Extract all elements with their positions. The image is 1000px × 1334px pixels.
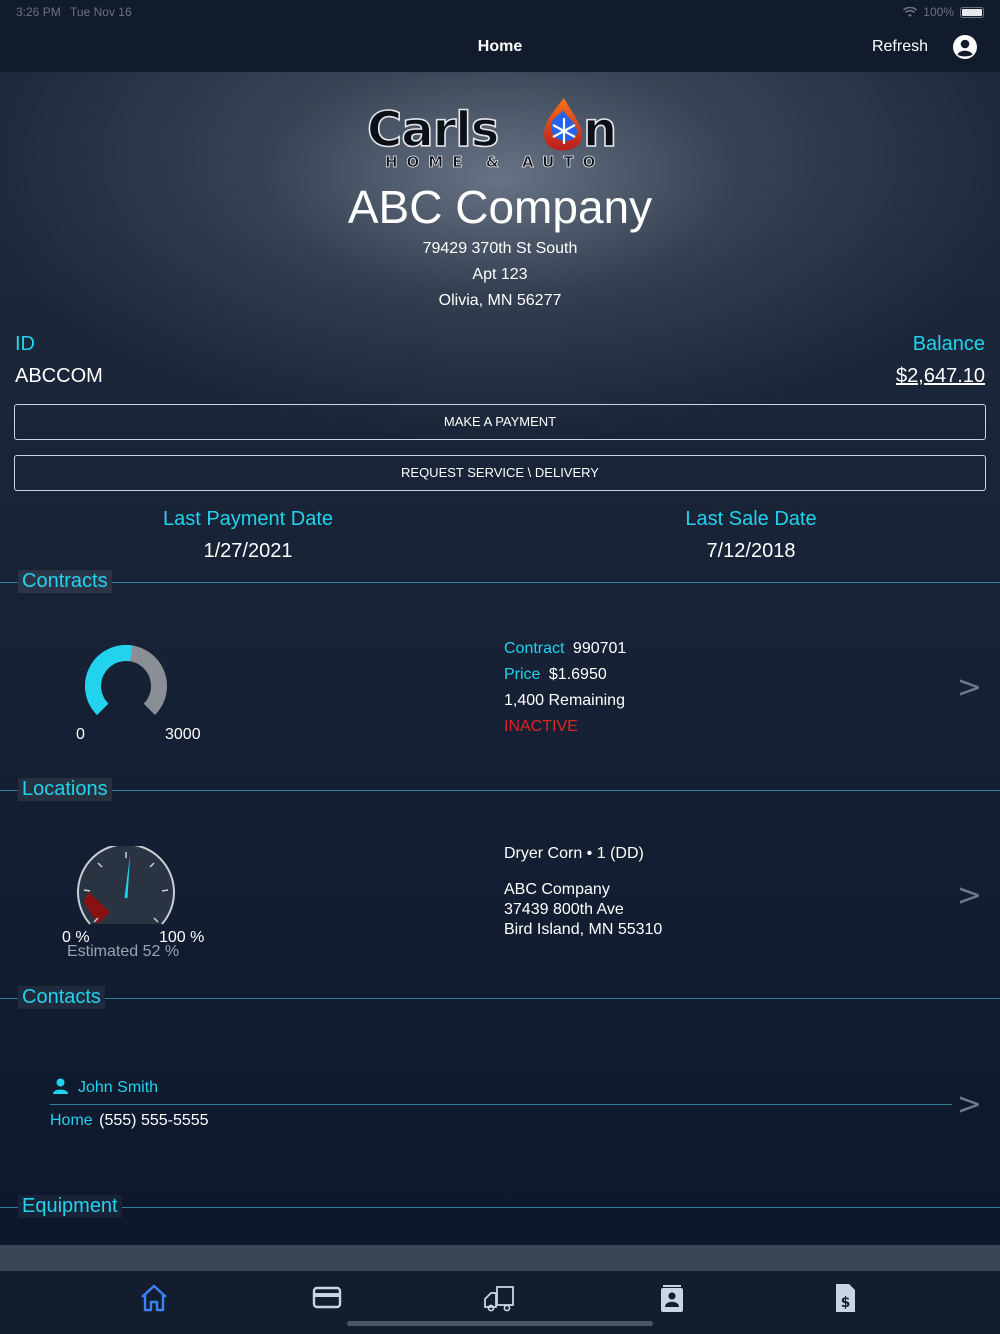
contract-chevron-icon[interactable]: > bbox=[957, 670, 982, 705]
logo-tagline: HOME & AUTO bbox=[385, 153, 604, 170]
company-address-line1: 79429 370th St South bbox=[422, 240, 578, 257]
equipment-section-header: Equipment bbox=[0, 1195, 1000, 1218]
contracts-section-label: Contracts bbox=[18, 570, 112, 593]
section-divider bbox=[0, 790, 1000, 791]
company-name: ABC Company bbox=[347, 181, 653, 233]
contract-price-row: Price $1.6950 bbox=[504, 666, 607, 684]
balance-value[interactable]: $2,647.10 bbox=[896, 365, 985, 388]
price-label: Price bbox=[504, 666, 541, 683]
contract-remaining: 1,400 Remaining bbox=[504, 692, 625, 709]
tank-gauge bbox=[77, 846, 175, 925]
invoice-icon[interactable]: $ bbox=[828, 1281, 862, 1315]
location-chevron-icon[interactable]: > bbox=[957, 878, 982, 913]
status-date: Tue Nov 16 bbox=[70, 5, 132, 19]
section-divider bbox=[0, 582, 1000, 583]
contract-gauge-max: 3000 bbox=[165, 726, 201, 743]
phone-value[interactable]: (555) 555-5555 bbox=[99, 1112, 208, 1129]
contacts-section-label: Contacts bbox=[18, 986, 105, 1009]
status-time: 3:26 PM bbox=[16, 5, 61, 19]
locations-section-header: Locations bbox=[0, 778, 1000, 801]
svg-text:Carls: Carls bbox=[367, 102, 498, 158]
contracts-section-header: Contracts bbox=[0, 570, 1000, 593]
make-payment-button[interactable]: MAKE A PAYMENT bbox=[14, 404, 986, 440]
locations-section-label: Locations bbox=[18, 778, 112, 801]
last-sale-label: Last Sale Date bbox=[685, 508, 817, 530]
contacts-section-header: Contacts bbox=[0, 986, 1000, 1009]
equipment-section-label: Equipment bbox=[18, 1195, 122, 1218]
company-address-line3: Olivia, MN 56277 bbox=[438, 292, 562, 309]
truck-icon[interactable] bbox=[482, 1281, 516, 1315]
contract-number: 990701 bbox=[572, 640, 627, 657]
home-indicator bbox=[347, 1321, 653, 1326]
person-icon bbox=[53, 1078, 68, 1094]
carlson-logo: Carls n HOME & AUTO bbox=[366, 98, 618, 170]
tank-estimated: Estimated 52 % bbox=[67, 943, 180, 960]
contact-name: John Smith bbox=[78, 1079, 159, 1096]
price-value: $1.6950 bbox=[548, 666, 607, 683]
phone-label: Home bbox=[50, 1112, 93, 1129]
location-name: Dryer Corn • 1 (DD) bbox=[504, 845, 644, 862]
request-service-button[interactable]: REQUEST SERVICE \ DELIVERY bbox=[14, 455, 986, 491]
contact-phone-row: Home (555) 555-5555 bbox=[50, 1112, 209, 1130]
contact-divider bbox=[50, 1104, 952, 1105]
contract-gauge bbox=[85, 645, 167, 715]
credit-card-icon[interactable] bbox=[310, 1281, 344, 1315]
scroll-peek-strip bbox=[0, 1245, 1000, 1271]
status-time-date: 3:26 PM Tue Nov 16 bbox=[16, 5, 132, 19]
section-divider bbox=[0, 1207, 1000, 1208]
contract-gauge-min: 0 bbox=[76, 726, 85, 743]
last-sale-value: 7/12/2018 bbox=[706, 540, 796, 562]
status-right: 100% bbox=[903, 5, 984, 19]
balance-label: Balance bbox=[912, 333, 985, 355]
status-bar: 3:26 PM Tue Nov 16 100% bbox=[0, 0, 1000, 24]
tab-bar: $ bbox=[0, 1245, 1000, 1334]
location-address-name: ABC Company bbox=[504, 881, 610, 898]
page-title: Home bbox=[477, 38, 523, 55]
home-icon[interactable] bbox=[137, 1281, 171, 1315]
contact-card-icon[interactable] bbox=[655, 1281, 689, 1315]
refresh-button[interactable]: Refresh bbox=[872, 38, 928, 56]
last-payment-value: 1/27/2021 bbox=[203, 540, 293, 562]
last-payment-label: Last Payment Date bbox=[162, 508, 334, 530]
contract-label: Contract bbox=[504, 640, 565, 657]
id-value: ABCCOM bbox=[15, 365, 103, 387]
location-address-street: 37439 800th Ave bbox=[504, 901, 624, 918]
id-label: ID bbox=[15, 333, 35, 355]
nav-bar: Home Refresh bbox=[0, 24, 1000, 72]
company-address-line2: Apt 123 bbox=[472, 266, 528, 283]
battery-icon bbox=[960, 6, 984, 18]
svg-text:$: $ bbox=[841, 1295, 851, 1311]
account-icon[interactable] bbox=[952, 34, 978, 60]
svg-text:n: n bbox=[583, 102, 617, 158]
contract-number-row: Contract 990701 bbox=[504, 640, 626, 658]
location-address-city: Bird Island, MN 55310 bbox=[504, 921, 663, 938]
section-divider bbox=[0, 998, 1000, 999]
contract-status: INACTIVE bbox=[504, 718, 578, 735]
wifi-icon bbox=[903, 6, 918, 17]
battery-percent: 100% bbox=[923, 5, 954, 19]
contact-chevron-icon[interactable]: > bbox=[957, 1087, 982, 1122]
